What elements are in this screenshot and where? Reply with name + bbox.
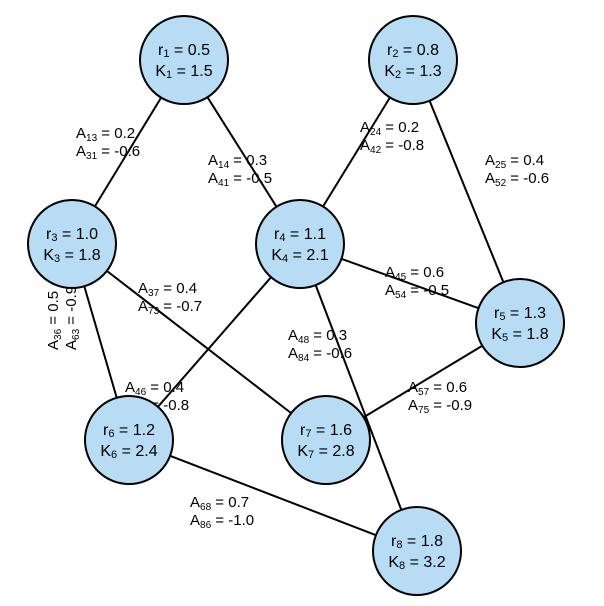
edge-A14: A14 = 0.3 (208, 152, 267, 171)
nodes-layer: r1 = 0.5K1 = 1.5 r2 = 0.8K2 = 1.3 r3 = 1.0… (28, 16, 564, 595)
edge-A86: A86 = -1.0 (190, 512, 254, 531)
edge-A13: A13 = 0.2 (76, 125, 135, 144)
edge-A54: A54 = -0.5 (385, 282, 449, 301)
node-4: r4 = 1.1K4 = 2.1 (256, 200, 344, 288)
node-circle-3 (28, 200, 116, 288)
edge-A25: A25 = 0.4 (485, 152, 544, 171)
edge-A24: A24 = 0.2 (360, 119, 419, 138)
edge-A42: A42 = -0.8 (360, 137, 424, 156)
node-circle-4 (256, 200, 344, 288)
edge-A37: A37 = 0.4 (138, 280, 197, 299)
edge-label-37: A37 = 0.4A73 = -0.7 (138, 280, 202, 317)
node-2: r2 = 0.8K2 = 1.3 (369, 16, 457, 104)
node-K-label-8: K8 = 3.2 (388, 554, 445, 572)
node-K-label-6: K6 = 2.4 (100, 443, 157, 461)
node-K-label-4: K4 = 2.1 (271, 247, 328, 265)
node-circle-2 (369, 16, 457, 104)
node-K-label-5: K5 = 1.8 (491, 326, 548, 344)
node-K-label-7: K7 = 2.8 (297, 443, 354, 461)
node-1: r1 = 0.5K1 = 1.5 (140, 16, 228, 104)
node-6: r6 = 1.2K6 = 2.4 (85, 396, 173, 484)
edge-A46: A46 = 0.4 (125, 379, 184, 398)
node-K-label-2: K2 = 1.3 (384, 63, 441, 81)
edge-A52: A52 = -0.6 (485, 170, 549, 189)
edge-label-45: A45 = 0.6A54 = -0.5 (385, 264, 449, 301)
network-diagram: A13 = 0.2A31 = -0.6 A14 = 0.3A41 = -0.5 A2… (0, 0, 604, 606)
edge-label-57: A57 = 0.6A75 = -0.9 (408, 379, 472, 416)
edge-A48: A48 = 0.3 (288, 327, 347, 346)
node-5: r5 = 1.3K5 = 1.8 (476, 279, 564, 367)
node-8: r8 = 1.8K8 = 3.2 (373, 507, 461, 595)
node-circle-8 (373, 507, 461, 595)
node-circle-6 (85, 396, 173, 484)
node-K-label-3: K3 = 1.8 (43, 247, 100, 265)
edge-A57: A57 = 0.6 (408, 379, 467, 398)
edge-label-13: A13 = 0.2A31 = -0.6 (76, 125, 140, 162)
edge-25 (430, 101, 504, 282)
edge-label-25: A25 = 0.4A52 = -0.6 (485, 152, 549, 189)
edge-A84: A84 = -0.6 (288, 345, 352, 364)
edge-label-48: A48 = 0.3A84 = -0.6 (288, 327, 352, 364)
edge-A45: A45 = 0.6 (385, 264, 444, 283)
node-circle-5 (476, 279, 564, 367)
edge-label-68: A68 = 0.7A86 = -1.0 (190, 494, 254, 531)
edge-A36: A36 = 0.5 (45, 291, 64, 350)
edge-A41: A41 = -0.5 (208, 170, 272, 189)
node-3: r3 = 1.0K3 = 1.8 (28, 200, 116, 288)
node-K-label-1: K1 = 1.5 (155, 63, 212, 81)
edge-A75: A75 = -0.9 (408, 397, 472, 416)
edge-label-14: A14 = 0.3A41 = -0.5 (208, 152, 272, 189)
edge-A73: A73 = -0.7 (138, 298, 202, 317)
edge-36 (84, 286, 116, 398)
edge-label-36: A36 = 0.5A63 = -0.9 (45, 286, 82, 350)
edge-A63: A63 = -0.9 (63, 286, 82, 350)
edge-label-24: A24 = 0.2A42 = -0.8 (360, 119, 424, 156)
node-circle-1 (140, 16, 228, 104)
edge-A68: A68 = 0.7 (190, 494, 249, 513)
edge-A31: A31 = -0.6 (76, 143, 140, 162)
node-circle-7 (282, 396, 370, 484)
node-7: r7 = 1.6K7 = 2.8 (282, 396, 370, 484)
